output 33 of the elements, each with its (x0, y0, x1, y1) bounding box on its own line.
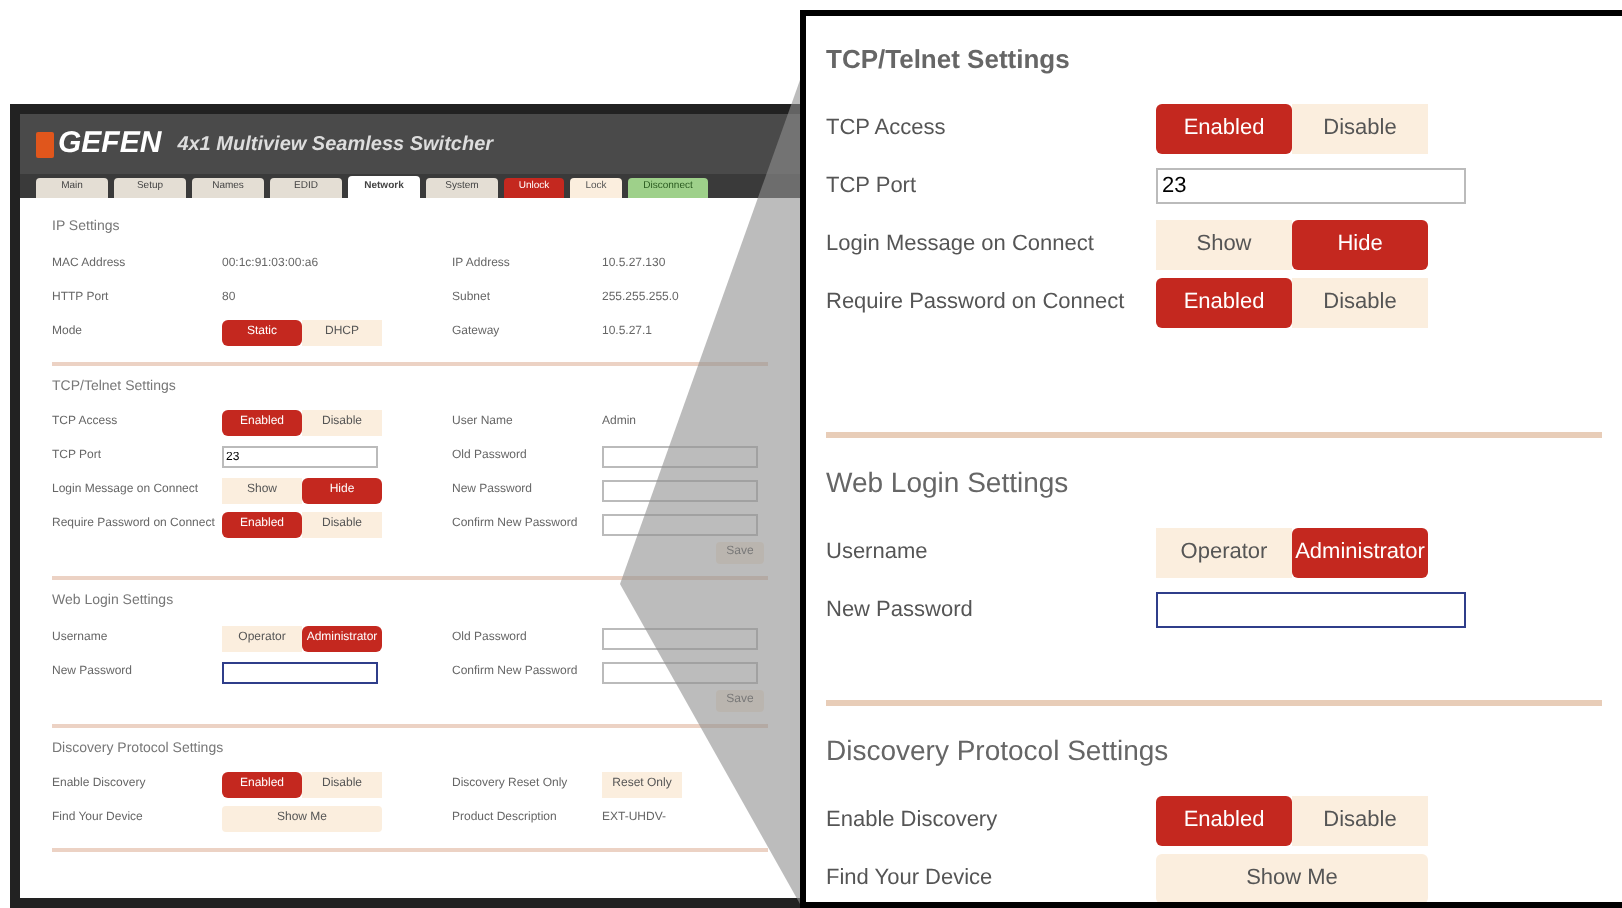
window-title: 4x1 Multiview Seamless Switcher (177, 131, 494, 159)
setting-label: Find Your Device (826, 863, 995, 894)
show-me-button[interactable]: Show Me (1156, 853, 1428, 902)
toggle-option[interactable]: Hide (1292, 219, 1428, 269)
toggle-option[interactable]: Administrator (1292, 527, 1428, 577)
setting-label: Username (826, 537, 930, 568)
toggle-option[interactable]: Enabled (1156, 795, 1292, 845)
input-field[interactable] (602, 661, 758, 683)
setting-label: Login Message on Connect (826, 229, 1096, 260)
setting-label: TCP Port (826, 171, 919, 202)
setting-label: Require Password on Connect (826, 287, 1127, 318)
input-field[interactable] (602, 480, 758, 502)
input-field[interactable] (1156, 592, 1466, 628)
logo-icon (36, 131, 54, 157)
input-field[interactable] (222, 661, 378, 683)
toggle-option[interactable]: Operator (1156, 527, 1292, 577)
setting-label: New Password (826, 595, 975, 626)
setting-label: TCP Access (826, 113, 948, 144)
toggle-option[interactable]: Enabled (1156, 103, 1292, 153)
toggle-option[interactable]: Show (1156, 219, 1292, 269)
section-heading: Discovery Protocol Settings (826, 731, 1171, 770)
toggle-option[interactable]: Disable (1292, 277, 1428, 327)
toggle-option[interactable]: Enabled (1156, 277, 1292, 327)
setting-label: Enable Discovery (826, 805, 1000, 836)
input-field[interactable] (602, 514, 758, 536)
toggle-option[interactable]: Disable (1292, 795, 1428, 845)
input-field[interactable]: 23 (1156, 168, 1466, 204)
logo: GEFEN (58, 123, 162, 164)
input-field[interactable] (602, 446, 758, 468)
section-heading: TCP/Telnet Settings (826, 42, 1072, 78)
toggle-option[interactable]: Disable (1292, 103, 1428, 153)
section-heading: Web Login Settings (826, 463, 1071, 502)
input-field[interactable] (602, 627, 758, 649)
